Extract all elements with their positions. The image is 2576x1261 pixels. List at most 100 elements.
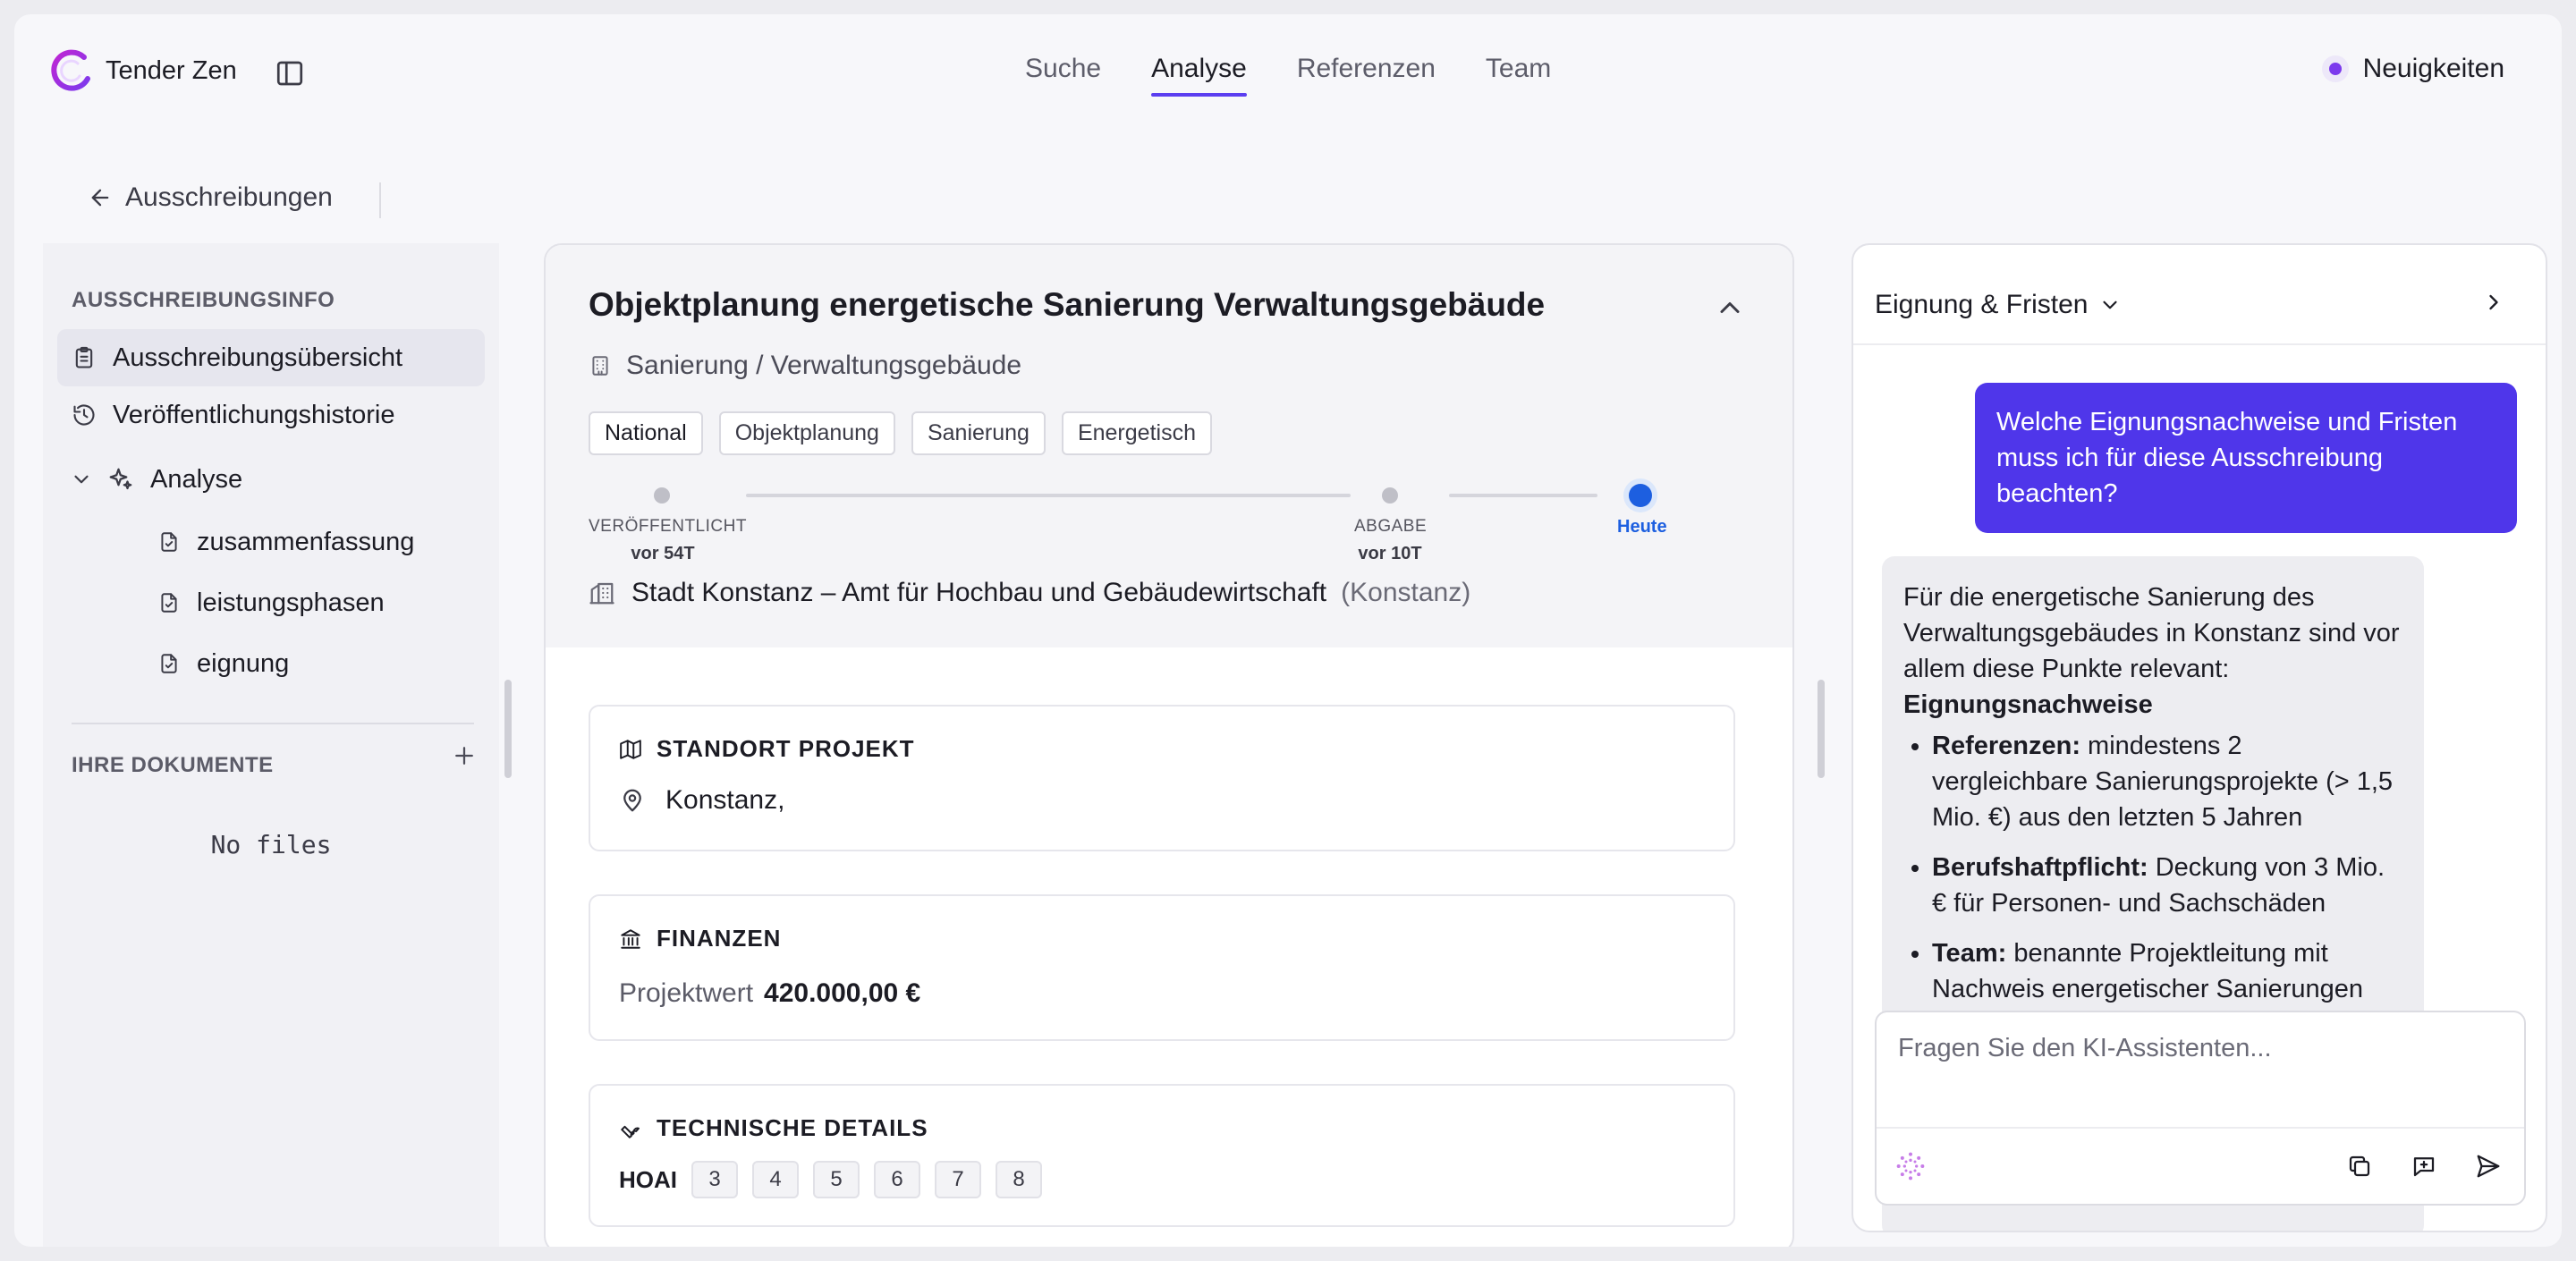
chevron-down-icon [2103, 300, 2118, 309]
hoai-phases: HOAI 3 4 5 6 7 8 [619, 1161, 1042, 1198]
timeline-published-ago: vor 54T [631, 544, 695, 563]
wrench-icon [621, 1125, 640, 1138]
tag: National [589, 411, 703, 455]
news-label: Neuigkeiten [2362, 54, 2504, 83]
no-files-text: No files [210, 830, 332, 859]
map-pin-icon [623, 789, 641, 812]
sidebar-divider [72, 723, 474, 724]
news-indicator-dot [2328, 63, 2342, 75]
office-building-icon [589, 582, 614, 605]
brand[interactable]: Tender Zen [48, 48, 237, 93]
timeline-dot-today [1629, 484, 1652, 507]
divider [379, 182, 381, 218]
hoai-phase-chip: 7 [935, 1161, 981, 1198]
list-item: Referenzen: mindestens 2 vergleichbare S… [1932, 728, 2402, 835]
arrow-left-icon [91, 189, 109, 207]
hoai-phase-chip: 8 [996, 1161, 1042, 1198]
tab-analyse[interactable]: Analyse [1151, 54, 1247, 97]
section-title-documents: Ihre Dokumente [72, 753, 274, 777]
list-item: Team: benannte Projektleitung mit Nachwe… [1932, 935, 2402, 1007]
hoai-phase-chip: 4 [752, 1161, 799, 1198]
map-icon [620, 739, 641, 759]
timeline-track [1449, 494, 1597, 497]
hoai-label: HOAI [619, 1165, 677, 1193]
chat-input[interactable] [1877, 1012, 2524, 1129]
ai-chat-panel: Eignung & Fristen Welche Eignungsnachwei… [1852, 243, 2547, 1232]
panel-resize-handle[interactable] [1818, 680, 1825, 778]
tab-referenzen[interactable]: Referenzen [1297, 54, 1436, 93]
chevron-right-icon[interactable] [2481, 290, 2506, 315]
tag: Objektplanung [718, 411, 895, 455]
sidebar: Ausschreibungsinfo Ausschreibungsübersic… [43, 243, 499, 1247]
new-chat-button[interactable] [2406, 1148, 2442, 1184]
hoai-phase-chip: 6 [874, 1161, 920, 1198]
timeline-track [746, 494, 1351, 497]
copy-button[interactable] [2342, 1148, 2377, 1184]
assistant-list: Referenzen: mindestens 2 vergleichbare S… [1932, 728, 2402, 1007]
tab-team[interactable]: Team [1486, 54, 1551, 93]
building-icon [592, 356, 608, 376]
finance-title: Finanzen [619, 925, 781, 952]
tender-category: Sanierung / Verwaltungsgebäude [589, 351, 1021, 381]
sidebar-subitem-eignung[interactable]: eignung [157, 639, 289, 689]
timeline-dot-published [654, 487, 670, 504]
ai-sparkle-icon[interactable] [1893, 1148, 1928, 1184]
file-check-icon [161, 532, 177, 552]
timeline-label-published: Veröffentlicht [589, 517, 747, 536]
chat-composer [1875, 1011, 2526, 1206]
assistant-heading: Eignungsnachweise [1903, 690, 2153, 719]
technical-panel: Technische Details HOAI 3 4 5 6 7 8 [589, 1084, 1735, 1227]
sidebar-subitem-label: eignung [197, 648, 290, 678]
top-navigation: Tender Zen Suche Analyse Referenzen Team… [14, 14, 2562, 129]
sidebar-item-historie[interactable]: Veröffentlichungshistorie [57, 386, 485, 444]
category-label: Sanierung / Verwaltungsgebäude [626, 351, 1022, 380]
chat-header: Eignung & Fristen [1853, 245, 2546, 345]
tender-title: Objektplanung energetische Sanierung Ver… [589, 286, 1546, 323]
tender-header: Objektplanung energetische Sanierung Ver… [546, 245, 1792, 647]
tender-detail-card: Objektplanung energetische Sanierung Ver… [544, 243, 1794, 1247]
location-title: Standort Projekt [619, 735, 915, 763]
app-window: Tender Zen Suche Analyse Referenzen Team… [14, 14, 2562, 1247]
bank-icon [621, 928, 640, 949]
chevron-down-icon[interactable] [70, 468, 93, 491]
hoai-phase-chip: 5 [813, 1161, 860, 1198]
sidebar-resize-handle[interactable] [504, 680, 512, 778]
tag: Sanierung [911, 411, 1046, 455]
finance-panel: Finanzen Projektwert 420.000,00 € [589, 894, 1735, 1041]
timeline-dot-deadline [1382, 487, 1398, 504]
sidebar-toggle-icon[interactable] [274, 57, 306, 89]
project-value-amount: 420.000,00 € [764, 978, 921, 1008]
send-icon [2477, 1155, 2500, 1178]
authority-city: (Konstanz) [1341, 578, 1471, 607]
back-label: Ausschreibungen [125, 182, 333, 212]
history-icon [73, 404, 95, 426]
hoai-phase-chip: 3 [691, 1161, 738, 1198]
timeline-deadline-ago: vor 10T [1358, 544, 1422, 563]
file-check-icon [161, 654, 177, 673]
timeline: Veröffentlicht vor 54T Abgabe vor 10T He… [589, 474, 1680, 563]
contracting-authority: Stadt Konstanz – Amt für Hochbau und Geb… [589, 578, 1470, 608]
tab-suche[interactable]: Suche [1025, 54, 1101, 93]
chevron-up-icon[interactable] [1714, 292, 1746, 324]
sidebar-subitem-leistungsphasen[interactable]: leistungsphasen [157, 578, 385, 628]
app-name: Tender Zen [106, 55, 237, 85]
tag-list: National Objektplanung Sanierung Energet… [589, 411, 1228, 455]
section-title-info: Ausschreibungsinfo [72, 288, 335, 312]
chat-topic-label: Eignung & Fristen [1875, 290, 2089, 319]
clipboard-icon [75, 346, 93, 368]
tender-zen-logo-icon [51, 49, 90, 91]
news-button[interactable]: Neuigkeiten [2328, 54, 2504, 84]
sidebar-item-uebersicht[interactable]: Ausschreibungsübersicht [57, 329, 485, 386]
sidebar-item-label: Analyse [150, 464, 243, 494]
technical-title: Technische Details [619, 1114, 928, 1142]
project-value: Projektwert 420.000,00 € [619, 978, 920, 1009]
authority-name: Stadt Konstanz – Amt für Hochbau und Geb… [631, 578, 1327, 607]
sidebar-subitem-zusammenfassung[interactable]: zusammenfassung [157, 517, 414, 567]
assistant-intro: Für die energetische Sanierung des Verwa… [1903, 583, 2400, 683]
chat-topic-dropdown[interactable]: Eignung & Fristen [1875, 290, 2122, 320]
add-document-icon[interactable] [451, 742, 478, 769]
back-link[interactable]: Ausschreibungen [88, 182, 333, 213]
file-check-icon [161, 593, 177, 613]
send-button[interactable] [2470, 1148, 2506, 1184]
sidebar-item-analyse[interactable]: Analyse [57, 451, 485, 508]
